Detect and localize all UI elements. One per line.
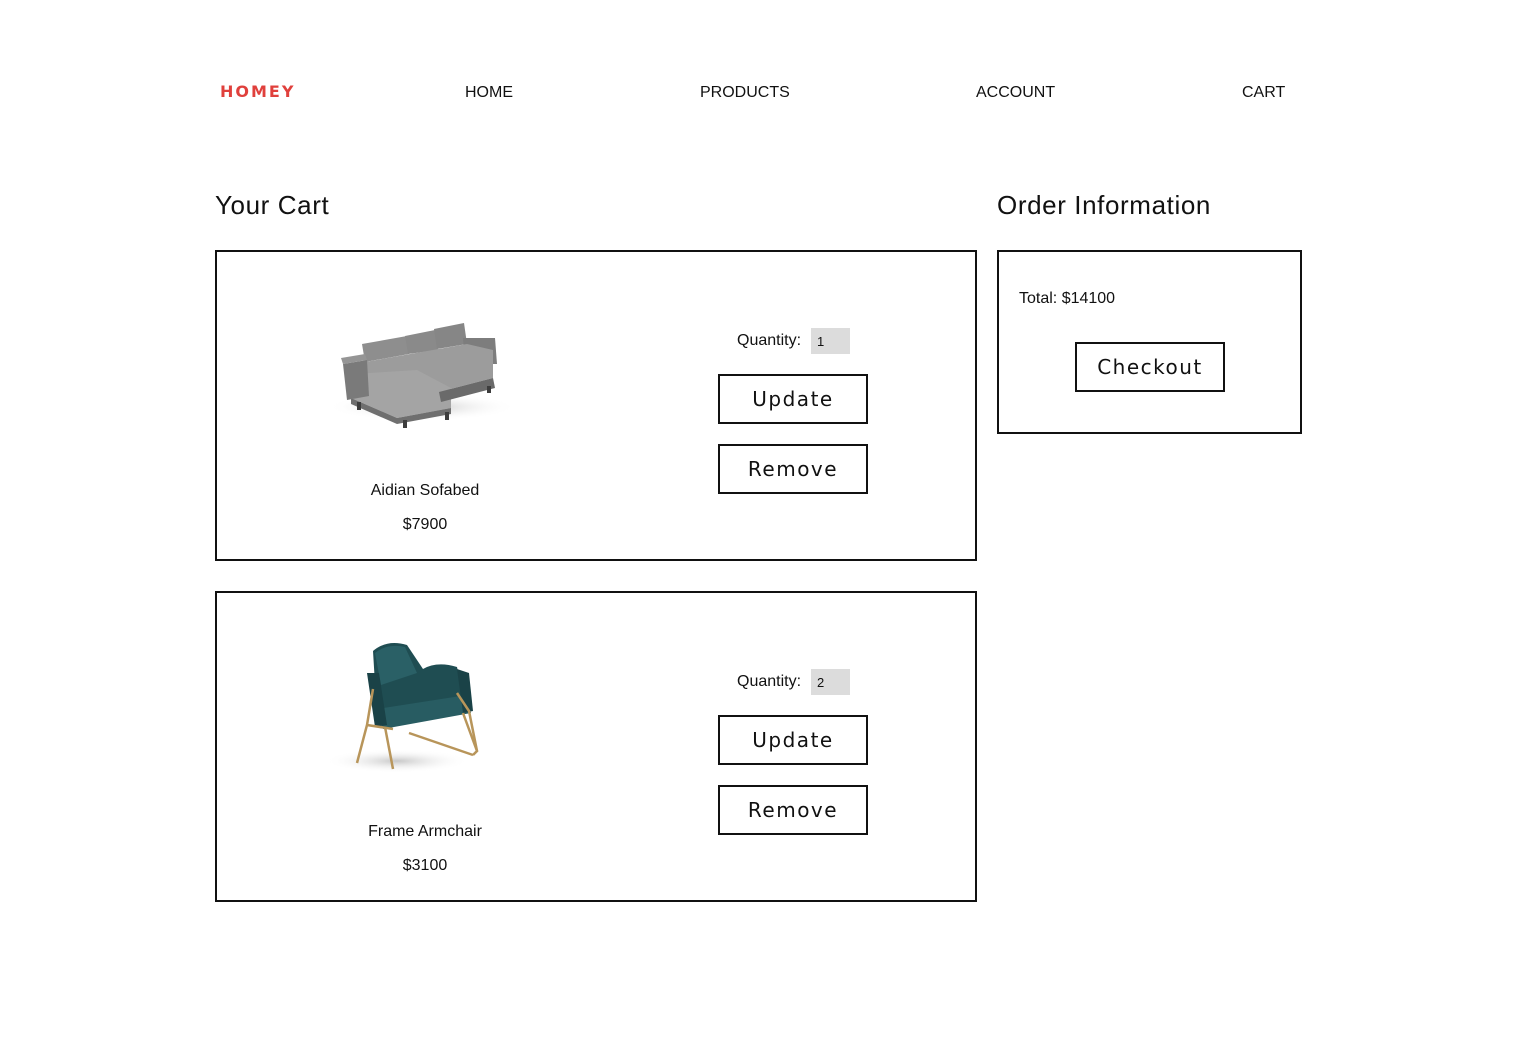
cart-title: Your Cart [215,190,330,220]
checkout-button[interactable]: Checkout [1075,342,1225,392]
sofa-icon [317,292,527,442]
product-price: $3100 [402,857,448,874]
quantity-label: Quantity: [737,332,802,349]
product-name: Aidian Sofabed [370,482,480,499]
product-price: $7900 [402,516,448,533]
brand-logo[interactable]: HOMEY [220,82,295,101]
quantity-input[interactable] [811,669,851,695]
update-button[interactable]: Update [718,374,868,424]
order-total: Total: $14100 [1019,290,1116,307]
nav-products-link[interactable]: PRODUCTS [700,84,790,102]
quantity-label: Quantity: [737,673,802,690]
order-summary-box: Total: $14100 Checkout [997,250,1302,434]
nav-account-link[interactable]: ACCOUNT [976,84,1055,102]
quantity-input[interactable] [811,328,851,354]
remove-button[interactable]: Remove [718,785,868,835]
armchair-icon [317,633,527,783]
remove-button[interactable]: Remove [718,444,868,494]
update-button[interactable]: Update [718,715,868,765]
quantity-row: Quantity: [737,669,851,695]
nav-cart-link[interactable]: CART [1242,84,1285,102]
order-title: Order Information [997,190,1211,220]
cart-item-card: Frame Armchair $3100 Quantity: Update Re… [215,591,977,902]
nav-home-link[interactable]: HOME [465,84,513,102]
product-name: Frame Armchair [368,823,482,840]
quantity-row: Quantity: [737,328,851,354]
cart-item-card: Aidian Sofabed $7900 Quantity: Update Re… [215,250,977,561]
